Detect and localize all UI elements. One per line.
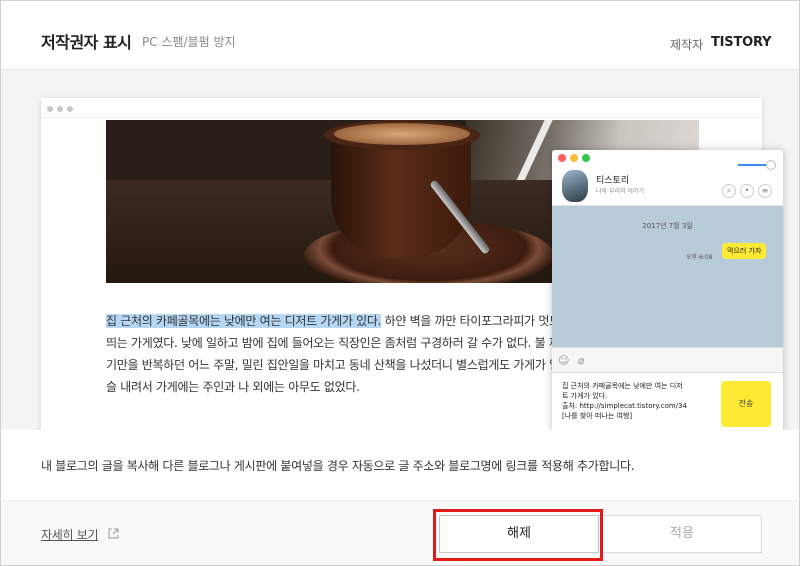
search-icon: ⌕ [722,184,736,198]
preview-area: 집 근처의 카페골목에는 낮에만 여는 디저트 가게가 있다. 하얀 벽을 까만… [0,70,800,430]
external-link-icon [108,528,119,539]
highlighted-text: 집 근처의 카페골목에는 낮에만 여는 디저트 가게가 있다. [106,314,382,328]
chat-input: 집 근처의 카페골목에는 낮에만 여는 디저 트 가게가 있다. 출처: htt… [552,373,783,430]
window-dot-icon [57,106,63,112]
attach-icon: ⌀ [578,354,585,367]
menu-icon: ≡ [758,184,772,198]
dialog-footer: 자세히 보기 해제 적용 [0,500,800,566]
microphone-icon: • [740,184,754,198]
chat-body: 2017년 7월 3일 오후 6:08 먹으러 가자 [552,206,783,347]
chat-header: 티스토리 나와 우리의 이야기 ⌕ • ≡ [552,150,783,206]
article-line-3: 기만을 반복하던 어느 주말, 밀린 집안일을 마치고 동네 산책을 나섰더니 … [106,358,566,372]
maker-name: TISTORY [711,35,772,50]
dialog-header: 저작권자 표시 PC 스팸/블펌 방지 제작자 TISTORY [0,0,800,70]
chat-name: 티스토리 [596,176,630,186]
apply-button[interactable]: 적용 [602,515,762,553]
dialog-subtitle: PC 스팸/블펌 방지 [142,35,236,49]
maximize-dot-icon [582,154,590,162]
release-button[interactable]: 해제 [439,515,599,553]
chat-time: 오후 6:08 [686,254,713,261]
article-line-2: 띄는 가게였다. 낮에 일하고 밤에 집에 들어오는 직장인은 좀처럼 구경하러… [106,336,566,350]
browser-bar [41,98,762,118]
slider-knob [766,160,776,170]
chat-date: 2017년 7월 3일 [642,222,693,230]
minimize-dot-icon [570,154,578,162]
chat-window-preview: 티스토리 나와 우리의 이야기 ⌕ • ≡ 2017년 7월 3일 오후 6:0… [552,150,783,430]
window-dot-icon [47,106,53,112]
dialog-title: 저작권자 표시 [41,33,132,52]
maker-label: 제작자 [670,38,704,52]
avatar [562,170,588,202]
window-dot-icon [67,106,73,112]
emoticon-icon: ☺ [558,354,570,367]
article-text: 집 근처의 카페골목에는 낮에만 여는 디저트 가게가 있다. 하얀 벽을 까만… [106,310,566,398]
article-line-4: 슬 내려서 가게에는 주인과 나 외에는 아무도 없었다. [106,380,360,394]
chat-toolbar: ☺ ⌀ [552,347,783,373]
chat-bubble: 먹으러 가자 [722,243,767,259]
chat-status: 나와 우리의 이야기 [596,188,644,195]
send-button: 전송 [721,381,771,427]
article-line-1: 집 근처의 카페골목에는 낮에만 여는 디저트 가게가 있다. 하얀 벽을 까만… [106,314,566,328]
chat-input-text: 집 근처의 카페골목에는 낮에만 여는 디저 트 가게가 있다. 출처: htt… [562,382,687,420]
description-area: 내 블로그의 글을 복사해 다른 블로그나 게시판에 붙여넣을 경우 자동으로 … [0,430,800,500]
close-dot-icon [558,154,566,162]
details-link[interactable]: 자세히 보기 [41,526,99,543]
feature-description: 내 블로그의 글을 복사해 다른 블로그나 게시판에 붙여넣을 경우 자동으로 … [41,459,635,473]
